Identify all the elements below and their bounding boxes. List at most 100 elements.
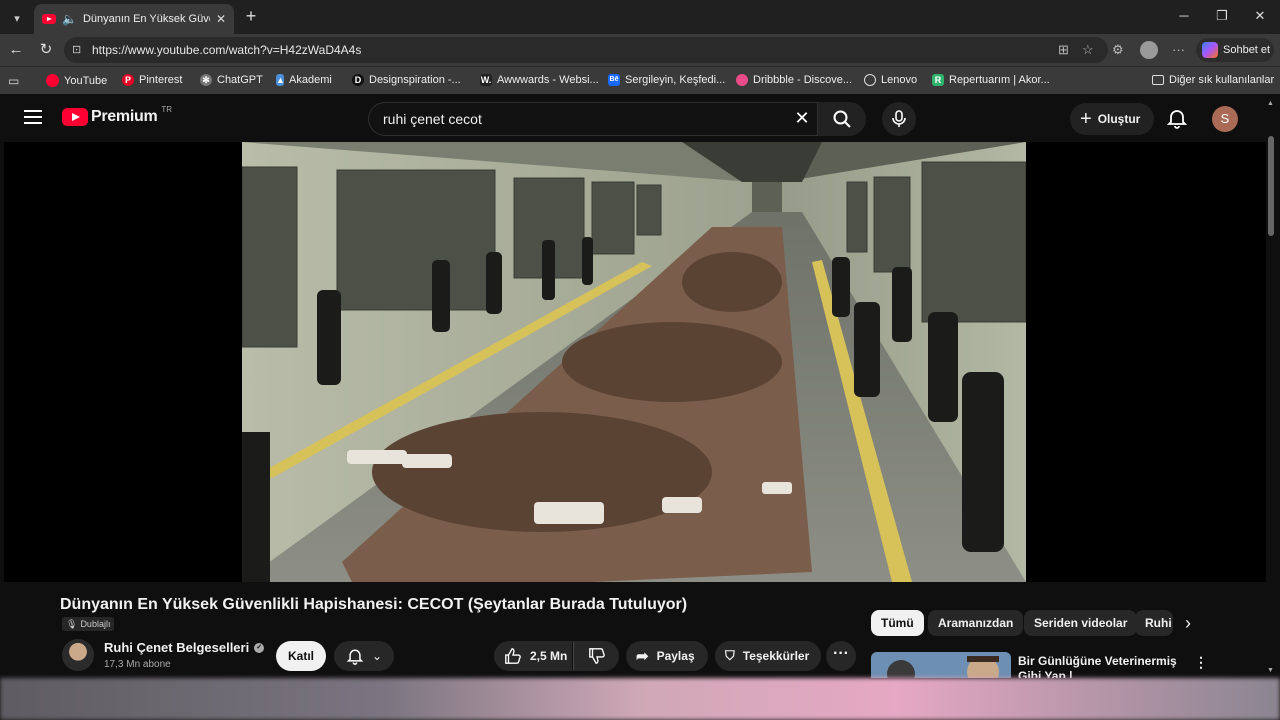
bookmarks-bar: ▭ YouTube P Pinterest ✻ ChatGPT ▲ Akademi D… <box>0 66 1280 94</box>
search-query: ruhi çenet cecot <box>383 111 482 127</box>
search-button[interactable] <box>818 102 866 136</box>
extensions-icon[interactable]: ⚙ <box>1112 42 1124 58</box>
youtube-play-logo-icon <box>62 108 88 126</box>
profile-icon[interactable] <box>1140 41 1158 59</box>
create-label: Oluştur <box>1097 112 1141 126</box>
youtube-favicon-icon <box>42 14 56 24</box>
video-frame[interactable] <box>242 142 1026 582</box>
scroll-down-icon[interactable]: ▼ <box>1267 667 1274 674</box>
bookmark-behance[interactable]: Bē Sergileyin, Keşfedi... <box>608 74 725 86</box>
repertuarim-icon: R <box>932 74 944 86</box>
channel-name-link[interactable]: Ruhi Çenet Belgeselleri ✓ <box>104 640 265 655</box>
channel-avatar[interactable] <box>62 639 94 671</box>
voice-search-button[interactable] <box>882 102 916 136</box>
scrollbar-thumb[interactable] <box>1268 136 1274 236</box>
copilot-chat-button[interactable]: Sohbet et <box>1196 38 1274 62</box>
blurred-taskbar <box>0 678 1280 720</box>
bookmark-chatgpt[interactable]: ✻ ChatGPT <box>200 74 263 86</box>
recommended-video-thumbnail[interactable] <box>871 652 1011 678</box>
minimize-icon[interactable]: ─ <box>1174 8 1194 23</box>
page-scrollbar[interactable]: ▲ ▼ <box>1266 96 1276 678</box>
plus-icon: + <box>1080 108 1092 130</box>
bookmark-dribbble[interactable]: Dribbble - Discove... <box>736 74 852 86</box>
join-button[interactable]: Katıl <box>276 641 326 671</box>
more-actions-icon[interactable]: ··· <box>826 641 856 671</box>
subscription-notifications-button[interactable]: ⌄ <box>334 641 394 671</box>
favorite-star-icon[interactable]: ☆ <box>1082 42 1094 58</box>
dubbed-badge: 🎙 Dublajlı <box>62 617 115 631</box>
chip-from-series[interactable]: Seriden videolar <box>1024 610 1138 636</box>
chip-from-search[interactable]: Aramanızdan <box>928 610 1024 636</box>
bell-icon <box>346 649 364 665</box>
share-arrow-icon: ➦ <box>636 648 649 665</box>
bookmark-lenovo[interactable]: Lenovo <box>864 74 917 86</box>
back-arrow-icon[interactable]: ← <box>6 40 26 60</box>
site-info-icon[interactable]: ⊡ <box>72 43 86 57</box>
tab-title: Dünyanın En Yüksek Güvenlikli <box>82 13 210 25</box>
app-available-icon[interactable]: ⊞ <box>1058 42 1069 58</box>
recommended-video-title[interactable]: Bir Günlüğüne Veterinermiş Gibi Yap | @D… <box>1018 654 1188 678</box>
share-label: Paylaş <box>656 649 695 663</box>
copilot-icon <box>1202 42 1218 58</box>
scroll-up-icon[interactable]: ▲ <box>1267 100 1274 107</box>
tab-list-chevron-icon[interactable]: ▾ <box>6 8 28 28</box>
browser-tab-active[interactable]: 🔈 Dünyanın En Yüksek Güvenlikli ✕ <box>34 4 234 34</box>
logo-text: Premium <box>91 108 158 125</box>
thanks-button[interactable]: ⛉ Teşekkürler <box>715 641 821 671</box>
bookmark-awwwards[interactable]: W. Awwwards - Websi... <box>480 74 599 86</box>
chatgpt-icon: ✻ <box>200 74 212 86</box>
create-button[interactable]: + Oluştur <box>1070 103 1154 135</box>
bookmark-designspiration[interactable]: D Designspiration -... <box>352 74 461 86</box>
dribbble-icon <box>736 74 748 86</box>
youtube-premium-logo[interactable]: Premium TR <box>62 105 172 126</box>
account-avatar[interactable]: S <box>1212 106 1238 132</box>
youtube-page: Premium TR ruhi çenet cecot ✕ + Oluştur … <box>4 96 1276 678</box>
folder-icon <box>1152 75 1164 85</box>
menu-icon[interactable] <box>24 110 42 124</box>
bookmark-akademi[interactable]: ▲ Akademi <box>276 74 332 86</box>
share-button[interactable]: ➦ Paylaş <box>626 641 708 671</box>
thumbs-down-icon <box>588 648 605 664</box>
dislike-button[interactable] <box>573 641 619 671</box>
chevron-down-icon: ⌄ <box>371 649 383 663</box>
youtube-icon <box>46 74 59 87</box>
browser-tab-strip: ▾ 🔈 Dünyanın En Yüksek Güvenlikli ✕ + ─ … <box>0 0 1280 34</box>
copilot-label: Sohbet et <box>1223 44 1271 56</box>
settings-more-icon[interactable]: ··· <box>1172 42 1185 57</box>
video-title: Dünyanın En Yüksek Güvenlikli Hapishanes… <box>60 596 688 613</box>
bookmark-label: Sergileyin, Keşfedi... <box>625 74 726 86</box>
reload-icon[interactable]: ↻ <box>36 40 56 60</box>
chip-channel[interactable]: Ruhi <box>1135 610 1173 636</box>
search-icon <box>833 110 851 128</box>
chevron-right-icon[interactable]: › <box>1176 611 1200 635</box>
other-bookmarks-folder[interactable]: Diğer sık kullanılanlar <box>1152 74 1274 86</box>
pinterest-icon: P <box>122 74 134 86</box>
close-window-icon[interactable]: ✕ <box>1250 8 1270 24</box>
bookmarks-toggle-icon[interactable]: ▭ <box>8 74 19 88</box>
behance-icon: Bē <box>608 74 620 86</box>
new-tab-plus-icon[interactable]: + <box>242 6 260 26</box>
subscriber-count: 17,3 Mn abone <box>104 659 171 670</box>
akademi-icon: ▲ <box>276 74 285 86</box>
bookmark-label: Designspiration -... <box>369 74 461 86</box>
like-button[interactable]: 2,5 Mn <box>494 641 572 671</box>
bookmark-repertuarim[interactable]: R Repertuarım | Akor... <box>932 74 1050 86</box>
bookmark-youtube[interactable]: YouTube <box>46 74 107 87</box>
close-tab-icon[interactable]: ✕ <box>216 12 226 26</box>
bookmark-label: Akademi <box>289 74 332 86</box>
thumbs-up-icon <box>505 648 521 664</box>
address-bar-row: ← ↻ ⊡ https://www.youtube.com/watch?v=H4… <box>0 34 1280 66</box>
bookmark-label: Repertuarım | Akor... <box>949 74 1050 86</box>
restore-icon[interactable]: ❐ <box>1212 8 1232 24</box>
search-input[interactable]: ruhi çenet cecot <box>368 102 818 136</box>
bookmark-pinterest[interactable]: P Pinterest <box>122 74 182 86</box>
recommended-more-icon[interactable]: ⋮ <box>1194 654 1208 671</box>
dubbed-mic-icon: 🎙 <box>66 618 78 629</box>
video-player[interactable] <box>4 142 1266 582</box>
notifications-bell-icon[interactable] <box>1166 107 1190 131</box>
url-field[interactable]: ⊡ https://www.youtube.com/watch?v=H42zWa… <box>64 37 1108 63</box>
speaker-icon[interactable]: 🔈 <box>62 12 77 26</box>
clear-search-icon[interactable]: ✕ <box>790 106 814 130</box>
awwwards-icon: W. <box>480 74 492 86</box>
chip-all[interactable]: Tümü <box>871 610 924 636</box>
